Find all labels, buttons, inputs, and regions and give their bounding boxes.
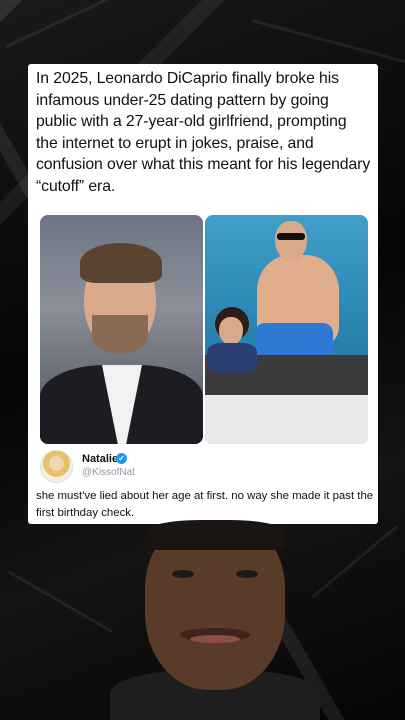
boat-photo — [205, 215, 368, 444]
post-caption: In 2025, Leonardo DiCaprio finally broke… — [36, 70, 371, 195]
tweet-text: she must've lied about her age at first.… — [36, 490, 374, 519]
tweet-author-name[interactable]: Natalie — [82, 453, 118, 465]
avatar[interactable] — [40, 450, 73, 483]
portrait-photo — [40, 215, 203, 444]
tweet-author-handle[interactable]: @KissofNat — [82, 467, 135, 478]
verified-badge-icon: ✓ — [116, 453, 127, 464]
news-post-card: In 2025, Leonardo DiCaprio finally broke… — [28, 64, 378, 524]
reacting-person — [110, 520, 320, 720]
